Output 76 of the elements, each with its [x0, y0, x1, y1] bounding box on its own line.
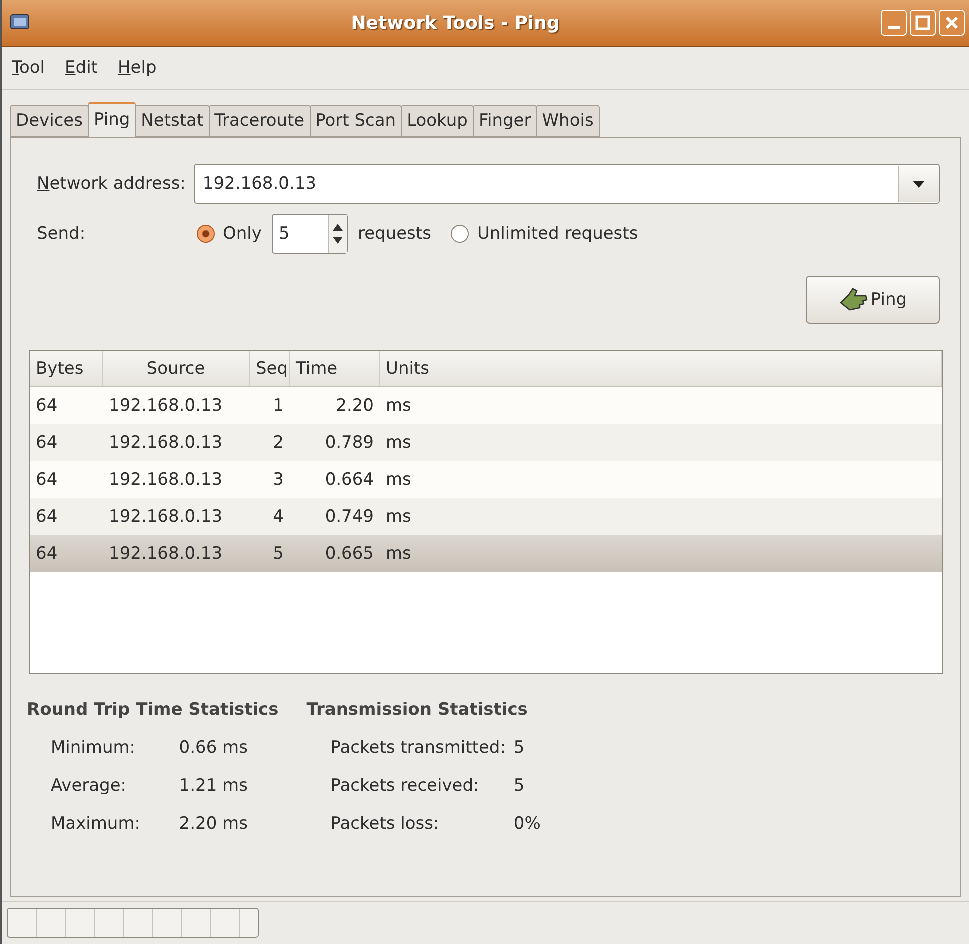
- tab[interactable]: Finger: [472, 105, 538, 137]
- stat-label: Packets loss:: [330, 814, 440, 834]
- caret-icon: [913, 180, 925, 188]
- app-icon: [10, 14, 30, 32]
- column-header[interactable]: Seq: [250, 351, 290, 386]
- tab[interactable]: Whois: [536, 105, 600, 137]
- table-row[interactable]: 64 192.168.0.13 3 0.664 ms: [30, 461, 942, 498]
- table-cell-text: 192.168.0.13: [108, 506, 224, 526]
- radio-label[interactable]: Only: [223, 224, 262, 244]
- table-row[interactable]: 64 192.168.0.13 4 0.749 ms: [30, 498, 942, 535]
- stat-value: 5: [514, 738, 526, 758]
- table-cell-text: 64: [35, 544, 59, 564]
- table-cell-text: 64: [35, 470, 59, 490]
- section-title: Transmission Statistics: [306, 700, 529, 720]
- radio-button[interactable]: [197, 225, 215, 243]
- stat-value: 0%: [514, 814, 541, 834]
- maximize-icon[interactable]: [910, 10, 936, 36]
- tab[interactable]: Port Scan: [310, 105, 402, 137]
- stat-value: 0.66 ms: [179, 738, 249, 758]
- stat-label: Average:: [51, 776, 128, 796]
- tab[interactable]: Netstat: [135, 105, 210, 137]
- hand-icon: [838, 287, 869, 313]
- radio-label[interactable]: Unlimited requests: [477, 224, 638, 244]
- ping-button[interactable]: Ping: [806, 276, 940, 324]
- column-header[interactable]: Bytes: [30, 351, 103, 386]
- field-label: Send:: [37, 224, 87, 244]
- table-cell-text: 192.168.0.13: [108, 432, 224, 452]
- table-cell-text: 3: [272, 470, 285, 490]
- count-spin-field[interactable]: 5: [272, 214, 348, 254]
- table-cell-text: 192.168.0.13: [108, 544, 224, 564]
- column-header[interactable]: Units: [380, 351, 942, 386]
- stat-label: Maximum:: [51, 814, 142, 834]
- table-row[interactable]: 64 192.168.0.13 1 2.20 ms: [30, 387, 942, 424]
- menu-item[interactable]: Help: [118, 58, 157, 78]
- field-suffix: requests: [358, 224, 432, 244]
- table-cell-text: 192.168.0.13: [108, 396, 224, 416]
- menu-item[interactable]: Edit: [65, 58, 98, 78]
- section-title: Round Trip Time Statistics: [27, 700, 279, 720]
- stat-value: 1.21 ms: [179, 776, 249, 796]
- radio-button[interactable]: [451, 225, 470, 243]
- stat-value: 5: [514, 776, 526, 796]
- table-cell-text: 0.749: [324, 506, 375, 526]
- minimize-icon[interactable]: [881, 10, 907, 36]
- window-title: Network Tools - Ping: [351, 12, 560, 34]
- stat-label: Minimum:: [51, 738, 137, 758]
- table-cell-text: ms: [385, 432, 412, 452]
- table-cell-text: 0.789: [324, 432, 375, 452]
- table-cell-text: 4: [272, 506, 285, 526]
- close-icon[interactable]: [939, 10, 965, 36]
- table-row[interactable]: 64 192.168.0.13 2 0.789 ms: [30, 424, 942, 461]
- tab[interactable]: Lookup: [401, 105, 474, 137]
- stat-label: Packets received:: [330, 776, 480, 796]
- tab[interactable]: Traceroute: [208, 105, 311, 137]
- table-cell-text: ms: [385, 544, 412, 564]
- table-cell-text: 1: [272, 396, 285, 416]
- table-cell-text: 64: [35, 506, 59, 526]
- stat-value: 2.20 ms: [179, 814, 249, 834]
- column-header[interactable]: Time: [290, 351, 380, 386]
- field-label: Network address:: [37, 174, 186, 194]
- table-cell-text: 5: [272, 544, 285, 564]
- address-combo-field[interactable]: 192.168.0.13: [194, 164, 940, 204]
- column-header[interactable]: Source: [103, 351, 250, 386]
- table-cell-text: ms: [385, 506, 412, 526]
- table-cell-text: 0.665: [324, 544, 375, 564]
- table-cell-text: 0.664: [324, 470, 375, 490]
- table-cell-text: 192.168.0.13: [108, 470, 224, 490]
- table-cell-text: ms: [385, 470, 412, 490]
- table-cell-text: ms: [385, 396, 412, 416]
- table-row[interactable]: 64 192.168.0.13 5 0.665 ms: [30, 535, 942, 572]
- table-cell-text: 2: [272, 432, 285, 452]
- table-cell-text: 64: [35, 396, 59, 416]
- stat-label: Packets transmitted:: [330, 738, 506, 758]
- menu-item[interactable]: Tool: [12, 58, 46, 78]
- table-cell-text: 64: [35, 432, 59, 452]
- tab[interactable]: Devices: [10, 105, 89, 137]
- table-cell-text: 2.20: [335, 396, 375, 416]
